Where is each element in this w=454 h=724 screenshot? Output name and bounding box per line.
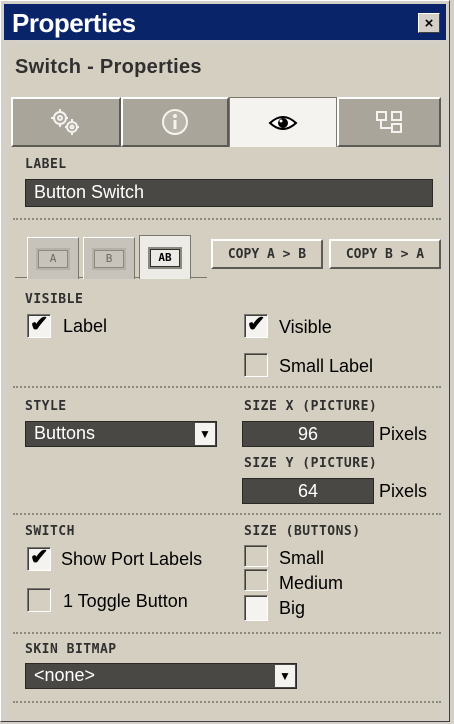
size-x-title: SIZE X (PICTURE) xyxy=(244,399,378,414)
tab-ab-label: AB xyxy=(148,246,182,269)
check-icon: ✔ xyxy=(30,544,49,569)
label-checkbox-text: Label xyxy=(63,316,108,336)
switch-section-title: SWITCH xyxy=(25,524,75,539)
panel-heading: Switch - Properties xyxy=(15,56,202,78)
size-buttons-title: SIZE (BUTTONS) xyxy=(244,524,361,539)
tab-a[interactable]: A xyxy=(27,237,79,279)
skin-bitmap-title: SKIN BITMAP xyxy=(25,642,117,657)
show-port-labels-text: Show Port Labels xyxy=(61,549,203,569)
size-big-option[interactable] xyxy=(244,595,268,621)
close-button[interactable]: × xyxy=(418,13,440,33)
toggle-button-text: 1 Toggle Button xyxy=(63,591,188,611)
label-text-value: Button Switch xyxy=(34,182,145,202)
size-small-option[interactable] xyxy=(244,545,268,567)
close-icon: × xyxy=(424,14,434,32)
style-dropdown-value: Buttons xyxy=(34,423,96,443)
separator xyxy=(13,701,441,703)
separator xyxy=(13,513,441,515)
label-text-field[interactable]: Button Switch xyxy=(25,179,433,207)
properties-window: Properties × Switch - Properties LABEL B… xyxy=(0,0,450,722)
label-checkbox[interactable]: ✔ xyxy=(27,311,51,338)
separator xyxy=(13,632,441,634)
visible-checkbox-text: Visible xyxy=(279,317,332,337)
tab-ab[interactable]: AB xyxy=(139,235,191,279)
chevron-down-icon[interactable]: ▼ xyxy=(195,423,215,445)
copy-b-to-a-button[interactable]: COPY B > A xyxy=(329,239,441,269)
check-icon: ✔ xyxy=(247,311,266,336)
separator xyxy=(13,386,441,388)
small-label-checkbox-text: Small Label xyxy=(279,356,374,376)
show-port-labels-checkbox[interactable]: ✔ xyxy=(27,544,51,571)
skin-bitmap-dropdown[interactable]: <none> ▼ xyxy=(25,663,297,689)
eye-icon xyxy=(268,115,298,130)
copy-a-to-b-button[interactable]: COPY A > B xyxy=(211,239,323,269)
small-label-checkbox[interactable] xyxy=(244,353,268,377)
size-y-field[interactable]: 64 xyxy=(242,478,374,504)
title-bar[interactable]: Properties × xyxy=(4,4,446,40)
tab-a-label: A xyxy=(36,247,70,270)
size-y-unit: Pixels xyxy=(379,481,428,501)
tab-b[interactable]: B xyxy=(83,237,135,279)
chevron-down-icon[interactable]: ▼ xyxy=(275,665,295,687)
size-small-text: Small xyxy=(279,548,325,568)
style-dropdown[interactable]: Buttons ▼ xyxy=(25,421,217,447)
size-big-text: Big xyxy=(279,598,306,618)
label-section-title: LABEL xyxy=(25,157,67,172)
size-medium-text: Medium xyxy=(279,573,344,593)
check-icon: ✔ xyxy=(30,311,49,336)
skin-bitmap-value: <none> xyxy=(34,665,96,685)
tab-view[interactable] xyxy=(229,97,337,147)
size-x-field[interactable]: 96 xyxy=(242,421,374,447)
page-tabs xyxy=(11,97,443,147)
tab-b-label: B xyxy=(92,247,126,270)
tab-gears[interactable] xyxy=(11,97,121,147)
visible-section-title: VISIBLE xyxy=(25,292,84,307)
gears-icon xyxy=(51,109,79,135)
toggle-button-checkbox[interactable] xyxy=(27,588,51,612)
structure-icon xyxy=(376,111,402,133)
window-title: Properties xyxy=(12,8,136,38)
visible-checkbox[interactable]: ✔ xyxy=(244,311,268,338)
size-medium-option[interactable] xyxy=(244,569,268,591)
style-section-title: STYLE xyxy=(25,399,67,414)
tab-info[interactable] xyxy=(121,97,229,147)
separator xyxy=(13,218,441,220)
size-y-title: SIZE Y (PICTURE) xyxy=(244,456,378,471)
tab-structure[interactable] xyxy=(337,97,441,147)
size-x-unit: Pixels xyxy=(379,424,428,444)
info-icon xyxy=(162,109,188,135)
